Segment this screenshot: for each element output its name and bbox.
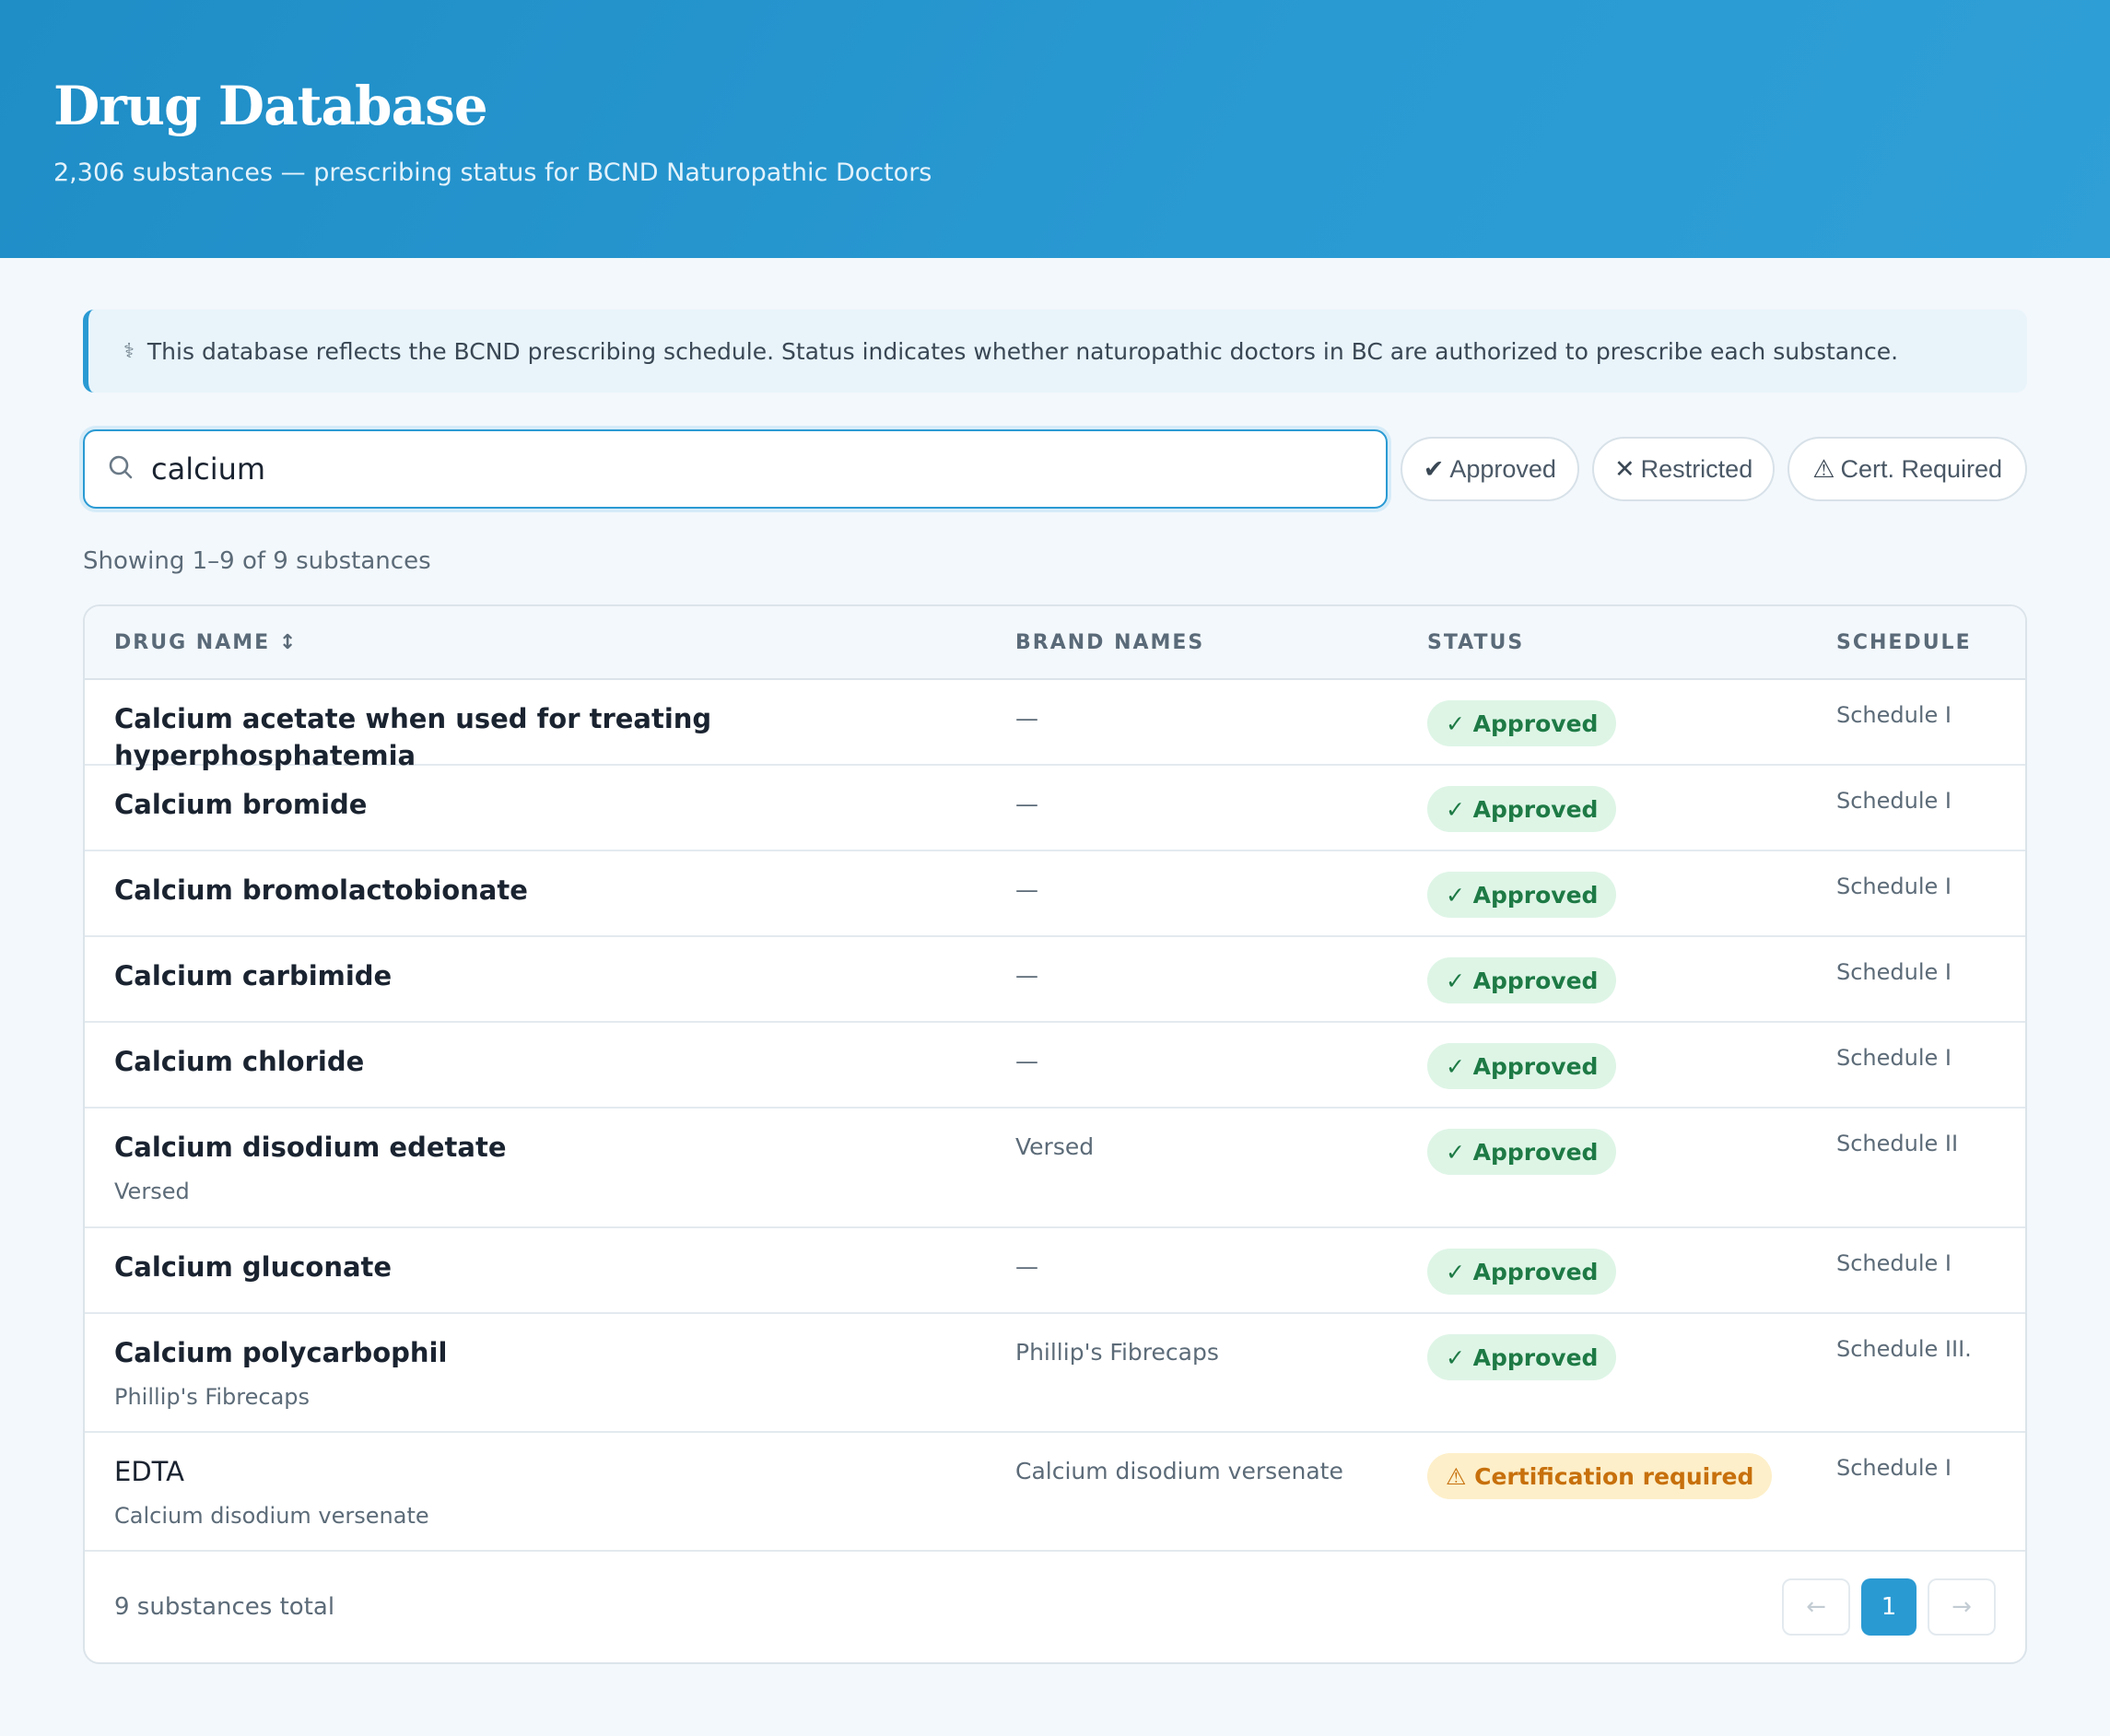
brand-names: —: [1015, 705, 1038, 732]
page-subtitle: 2,306 substances — prescribing status fo…: [53, 158, 932, 187]
status-badge: ✓ Approved: [1427, 1043, 1617, 1089]
status-badge: ⚠ Certification required: [1427, 1453, 1773, 1499]
drug-table: DRUG NAME ↕ BRAND NAMES STATUS SCHEDULE …: [83, 604, 2027, 1664]
warning-icon: ⚠: [1812, 454, 1835, 483]
search-box[interactable]: [83, 429, 1388, 509]
status-badge: ✓ Approved: [1427, 957, 1617, 1003]
filter-approved-button[interactable]: ✔ Approved: [1400, 437, 1579, 501]
main-content: ⚕ This database reflects the BCND prescr…: [0, 258, 2110, 1664]
arrow-left-icon: ←: [1806, 1593, 1826, 1621]
column-drug-name[interactable]: DRUG NAME ↕: [85, 631, 1015, 654]
status-badge: ✓ Approved: [1427, 786, 1617, 832]
schedule: Schedule I: [1836, 1250, 1952, 1276]
brand-names: —: [1015, 962, 1038, 989]
status-badge: ✓ Approved: [1427, 1334, 1617, 1380]
schedule: Schedule I: [1836, 959, 1952, 985]
brand-names: —: [1015, 1253, 1038, 1280]
page-1-button[interactable]: 1: [1861, 1578, 1917, 1636]
brand-names: —: [1015, 1048, 1038, 1074]
total-count: 9 substances total: [114, 1593, 335, 1621]
schedule: Schedule III.: [1836, 1336, 1972, 1362]
search-icon: [107, 453, 135, 485]
brand-names: Calcium disodium versenate: [1015, 1458, 1343, 1484]
table-row[interactable]: Calcium disodium edetate Versed Versed ✓…: [85, 1108, 2025, 1228]
pagination: ← 1 →: [1782, 1578, 1996, 1636]
column-status: STATUS: [1427, 630, 1525, 654]
table-row[interactable]: Calcium gluconate — ✓ Approved Schedule …: [85, 1228, 2025, 1314]
drug-name: Calcium bromide: [114, 789, 368, 820]
filter-label: Restricted: [1640, 454, 1753, 483]
drug-brand-subtitle: Phillip's Fibrecaps: [114, 1384, 311, 1410]
schedule: Schedule I: [1836, 1045, 1952, 1071]
table-header: DRUG NAME ↕ BRAND NAMES STATUS SCHEDULE: [85, 606, 2025, 680]
drug-name: Calcium carbimide: [114, 960, 393, 991]
x-icon: ✕: [1614, 454, 1635, 483]
drug-name: Calcium polycarbophil: [114, 1337, 448, 1368]
filter-label: Cert. Required: [1840, 454, 2003, 483]
drug-name: Calcium disodium edetate: [114, 1132, 507, 1163]
table-row[interactable]: Calcium bromide — ✓ Approved Schedule I: [85, 766, 2025, 851]
schedule: Schedule I: [1836, 874, 1952, 899]
column-brand-names: BRAND NAMES: [1015, 630, 1205, 654]
drug-name: Calcium acetate when used for treating h…: [114, 703, 712, 771]
prev-page-button[interactable]: ←: [1782, 1578, 1850, 1636]
info-notice: ⚕ This database reflects the BCND prescr…: [83, 310, 2027, 393]
table-row[interactable]: Calcium bromolactobionate — ✓ Approved S…: [85, 851, 2025, 937]
check-icon: ✔: [1423, 454, 1445, 483]
schedule: Schedule I: [1836, 702, 1952, 728]
page-header: Drug Database 2,306 substances — prescri…: [0, 0, 2110, 258]
page-title: Drug Database: [53, 75, 488, 137]
drug-name: Calcium bromolactobionate: [114, 874, 528, 906]
brand-names: Versed: [1015, 1133, 1095, 1160]
drug-name: EDTA: [114, 1456, 184, 1487]
brand-names: Phillip's Fibrecaps: [1015, 1339, 1219, 1366]
filter-label: Approved: [1449, 454, 1556, 483]
drug-brand-subtitle: Versed: [114, 1179, 190, 1204]
brand-names: —: [1015, 791, 1038, 817]
filter-restricted-button[interactable]: ✕ Restricted: [1592, 437, 1776, 501]
brand-names: —: [1015, 876, 1038, 903]
status-badge: ✓ Approved: [1427, 700, 1617, 746]
drug-brand-subtitle: Calcium disodium versenate: [114, 1503, 429, 1529]
status-badge: ✓ Approved: [1427, 1129, 1617, 1175]
sort-icon: ↕: [278, 630, 299, 654]
table-row[interactable]: Calcium chloride — ✓ Approved Schedule I: [85, 1023, 2025, 1108]
search-controls: ✔ Approved ✕ Restricted ⚠ Cert. Required: [83, 429, 2028, 509]
search-input[interactable]: [151, 452, 1349, 487]
column-schedule: SCHEDULE: [1836, 630, 1972, 654]
schedule: Schedule I: [1836, 788, 1952, 814]
table-row[interactable]: Calcium carbimide — ✓ Approved Schedule …: [85, 937, 2025, 1023]
arrow-right-icon: →: [1952, 1593, 1972, 1621]
filter-cert-required-button[interactable]: ⚠ Cert. Required: [1788, 437, 2028, 501]
next-page-button[interactable]: →: [1928, 1578, 1996, 1636]
status-badge: ✓ Approved: [1427, 1249, 1617, 1295]
drug-name: Calcium chloride: [114, 1046, 365, 1077]
table-row[interactable]: Calcium acetate when used for treating h…: [85, 680, 2025, 771]
table-row[interactable]: EDTA Calcium disodium versenate Calcium …: [85, 1433, 2025, 1552]
schedule: Schedule II: [1836, 1131, 1959, 1156]
drug-name: Calcium gluconate: [114, 1251, 393, 1283]
schedule: Schedule I: [1836, 1455, 1952, 1481]
table-row[interactable]: Calcium polycarbophil Phillip's Fibrecap…: [85, 1314, 2025, 1433]
notice-text: This database reflects the BCND prescrib…: [147, 337, 1899, 365]
table-footer: 9 substances total ← 1 →: [85, 1552, 2025, 1662]
caduceus-icon: ⚕: [123, 339, 135, 363]
results-count: Showing 1–9 of 9 substances: [83, 547, 431, 575]
status-badge: ✓ Approved: [1427, 872, 1617, 918]
